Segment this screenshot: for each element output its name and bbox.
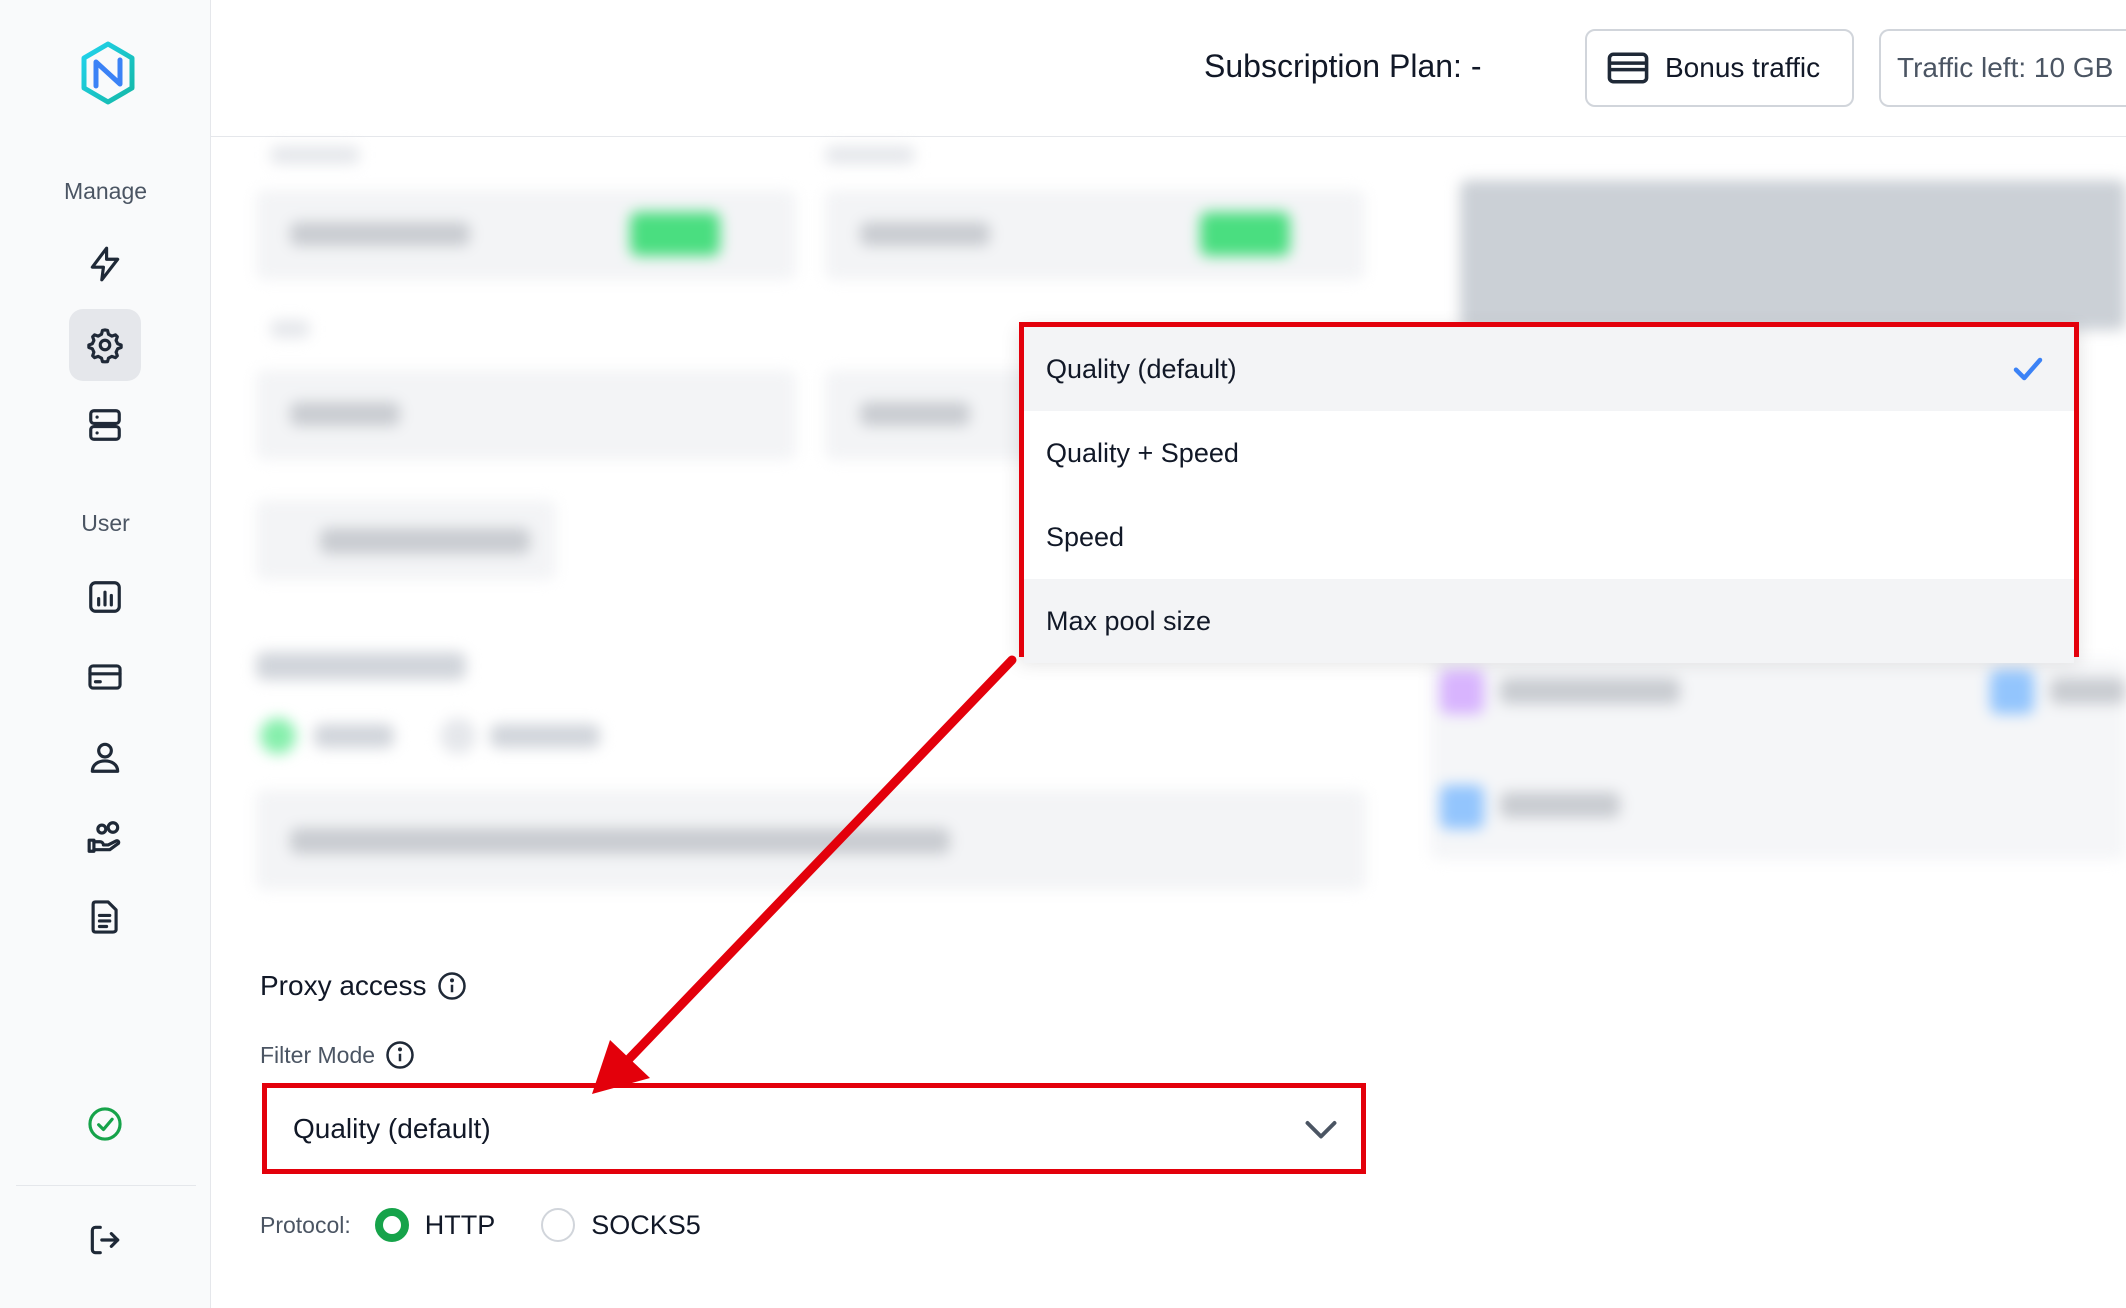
logout-icon [90, 1225, 120, 1255]
protocol-option-socks5[interactable]: SOCKS5 [541, 1208, 701, 1242]
filter-mode-label: Filter Mode [260, 1041, 376, 1068]
menu-option-max-pool-size[interactable]: Max pool size [1024, 579, 2074, 663]
nav-settings-button[interactable] [69, 309, 141, 381]
nav-statistics-button[interactable] [69, 561, 141, 633]
protocol-option-http[interactable]: HTTP [374, 1208, 496, 1242]
checkmark-icon [2010, 351, 2046, 387]
proxy-access-title: Proxy access [260, 970, 427, 1001]
filter-mode-label-row: Filter Mode [260, 1040, 415, 1070]
chevron-down-icon [1303, 1114, 1339, 1144]
check-circle-icon [88, 1107, 122, 1141]
option-label: Max pool size [1046, 605, 1212, 636]
nav-servers-button[interactable] [69, 389, 141, 461]
filter-mode-value: Quality (default) [293, 1112, 491, 1144]
manage-section-label: Manage [63, 178, 148, 204]
proxy-access-heading: Proxy access [260, 970, 467, 1002]
menu-option-quality-default[interactable]: Quality (default) [1024, 327, 2074, 411]
status-button[interactable] [69, 1088, 141, 1160]
app-logo[interactable] [78, 40, 138, 106]
protocol-http-label: HTTP [424, 1209, 496, 1240]
nav-dashboard-button[interactable] [69, 228, 141, 300]
protocol-socks5-label: SOCKS5 [591, 1209, 701, 1240]
bar-chart-icon [89, 581, 121, 613]
filter-mode-select[interactable]: Quality (default) [262, 1083, 1366, 1174]
sidebar-divider [16, 1185, 196, 1186]
lightning-icon [90, 246, 120, 282]
protocol-label: Protocol: [260, 1211, 351, 1238]
traffic-left-button[interactable]: Traffic left: 10 GB [1879, 29, 2126, 107]
gear-icon [87, 328, 123, 364]
bonus-traffic-label: Bonus traffic [1665, 52, 1821, 83]
wallet-icon [1607, 52, 1649, 84]
credit-card-icon [88, 664, 122, 690]
radio-http[interactable] [374, 1208, 409, 1242]
filter-mode-menu: Quality (default) Quality + Speed Speed … [1019, 322, 2079, 663]
nav-profile-button[interactable] [69, 721, 141, 793]
menu-option-speed[interactable]: Speed [1024, 495, 2074, 579]
sidebar: Manage User [0, 0, 211, 1308]
option-label: Quality (default) [1046, 353, 1237, 384]
info-icon[interactable] [385, 1040, 415, 1070]
user-icon [90, 742, 120, 773]
logout-button[interactable] [69, 1204, 141, 1276]
nav-documents-button[interactable] [69, 881, 141, 953]
option-label: Quality + Speed [1046, 437, 1239, 468]
bonus-traffic-button[interactable]: Bonus traffic [1585, 29, 1854, 107]
option-label: Speed [1046, 521, 1125, 552]
subscription-plan-text: Subscription Plan: - [1204, 48, 1482, 84]
protocol-row: Protocol: HTTP SOCKS5 [260, 1205, 747, 1245]
menu-option-quality-speed[interactable]: Quality + Speed [1024, 411, 2074, 495]
nav-referral-button[interactable] [69, 801, 141, 873]
top-header: Subscription Plan: - Bonus traffic Traff… [211, 0, 2126, 137]
traffic-left-label: Traffic left: 10 GB [1897, 52, 2114, 83]
server-icon [89, 409, 121, 441]
referral-hand-icon [87, 821, 121, 853]
nav-billing-button[interactable] [69, 641, 141, 713]
user-section-label: User [81, 510, 130, 536]
document-icon [91, 900, 118, 934]
info-icon[interactable] [437, 971, 467, 1001]
radio-socks5[interactable] [541, 1208, 576, 1242]
